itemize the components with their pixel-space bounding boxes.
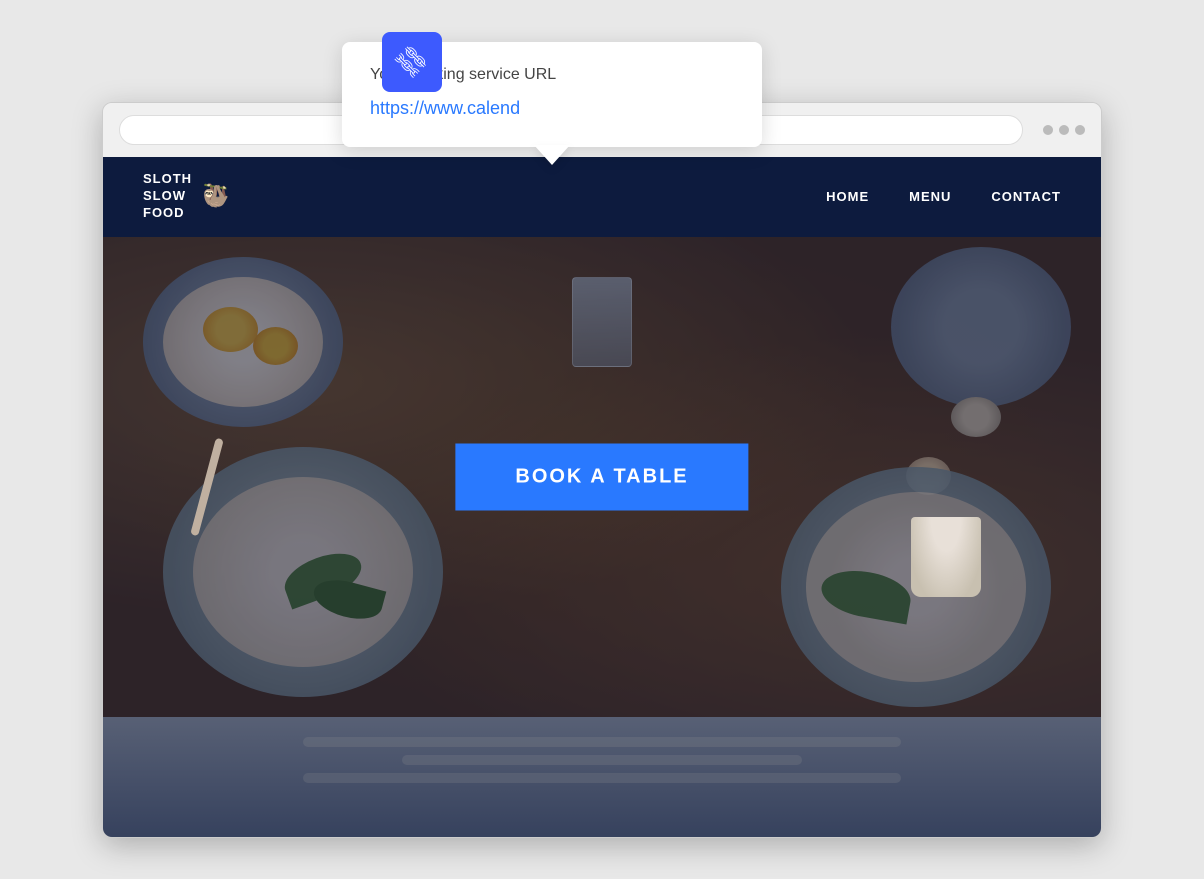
- browser-window: SLOTH SLOW FOOD 🦥 HOME MENU CONTACT: [102, 102, 1102, 838]
- hero-section: BOOK A TABLE: [103, 237, 1101, 717]
- coffee-cup: [911, 517, 981, 597]
- nav: SLOTH SLOW FOOD 🦥 HOME MENU CONTACT: [103, 157, 1101, 237]
- nav-menu[interactable]: MENU: [909, 189, 951, 204]
- browser-dot-1: [1043, 125, 1053, 135]
- fade-line-2: [402, 755, 801, 765]
- nav-contact[interactable]: CONTACT: [991, 189, 1061, 204]
- browser-dot-2: [1059, 125, 1069, 135]
- nav-logo: SLOTH SLOW FOOD 🦥: [143, 171, 826, 222]
- fade-line-3: [303, 773, 902, 783]
- book-btn-wrapper: BOOK A TABLE: [455, 443, 748, 510]
- outer-wrapper: ⛓ Your Booking service URL SLOTH SLOW: [102, 42, 1102, 838]
- link-icon: ⛓: [389, 39, 434, 84]
- browser-dot-3: [1075, 125, 1085, 135]
- nav-home[interactable]: HOME: [826, 189, 869, 204]
- below-content: [103, 717, 1101, 837]
- book-table-button[interactable]: BOOK A TABLE: [455, 443, 748, 510]
- website-content: SLOTH SLOW FOOD 🦥 HOME MENU CONTACT: [103, 157, 1101, 837]
- logo-text: SLOTH SLOW FOOD: [143, 171, 192, 222]
- booking-url-input[interactable]: [370, 98, 734, 119]
- link-badge[interactable]: ⛓: [382, 32, 442, 92]
- nav-links: HOME MENU CONTACT: [826, 189, 1061, 204]
- browser-dots: [1043, 125, 1085, 135]
- fade-line-1: [303, 737, 902, 747]
- sloth-icon: 🦥: [202, 183, 229, 209]
